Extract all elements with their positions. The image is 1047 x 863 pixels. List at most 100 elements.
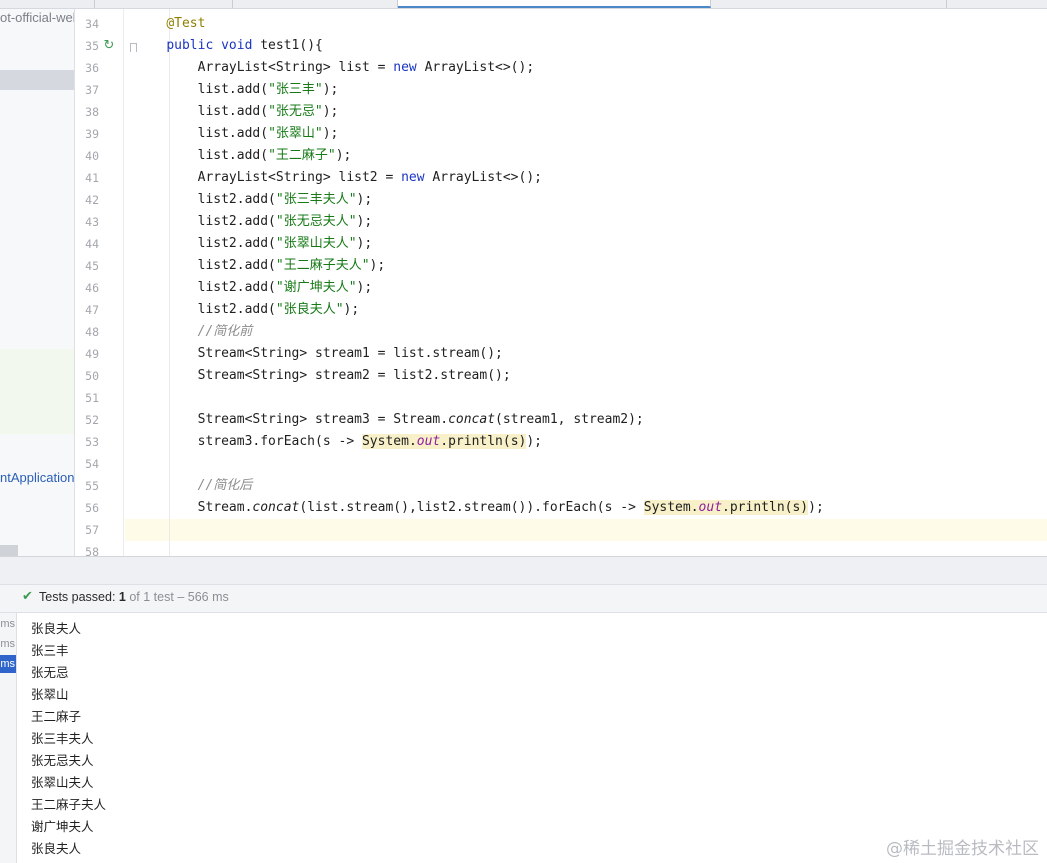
tool-window-divider[interactable] [0,556,1047,584]
code-token: (list.stream(),list2.stream()).forEach(s… [299,500,644,515]
test-tree-item[interactable]: ms [0,615,16,633]
editor-tab[interactable] [95,0,233,8]
console-line: 张翠山夫人 [31,775,94,790]
project-tree-app-class[interactable]: ntApplication [0,470,74,485]
console-line: 谢广坤夫人 [31,819,94,834]
code-token: list.add( [135,104,269,119]
status-separator: – [177,590,185,604]
code-line: stream3.forEach(s -> System.out.println(… [135,431,542,453]
code-token: ); [526,434,543,449]
line-number: 40 [85,149,99,163]
code-token: list.add( [135,126,269,141]
code-line: Stream<String> stream1 = list.stream(); [135,343,503,365]
code-token: stream3.forEach(s -> [135,434,362,449]
code-token: ArrayList<>(); [416,60,535,75]
code-token: out [416,434,441,449]
test-tree-item[interactable]: ms [0,655,16,673]
code-token: Stream<String> stream3 = Stream. [135,412,449,427]
line-number: 52 [85,413,99,427]
code-token: list.add( [135,148,269,163]
code-token: "张无忌" [268,104,323,119]
code-token: ); [369,258,386,273]
test-tree-item[interactable]: ms [0,635,16,653]
code-token: ArrayList<>(); [424,170,542,185]
code-token: ); [322,104,339,119]
line-number: 43 [85,215,99,229]
line-number: 38 [85,105,99,119]
fold-marker-icon[interactable] [130,43,137,52]
sidebar-scrollbar[interactable] [0,545,18,556]
project-tree-test-region [0,349,74,434]
code-line: list2.add("张三丰夫人"); [135,189,373,211]
line-number: 57 [85,523,99,537]
total-count: of 1 test [129,590,174,604]
code-line: list.add("张翠山"); [135,123,339,145]
code-token: "王二麻子夫人" [275,258,370,273]
test-tree: ms ms ms [0,613,17,863]
editor-gutter: 34 35 36 37 38 39 40 41 42 43 44 45 46 47 48 49 50 51 52 53… [75,9,124,559]
code-token: "张翠山夫人" [275,236,357,251]
code-token: "张良夫人" [275,302,344,317]
run-test-icon[interactable]: ↻ [101,38,117,54]
code-token: ); [335,148,352,163]
code-token: list2.add( [135,258,276,273]
line-number: 44 [85,237,99,251]
code-token: concat [448,412,496,427]
code-line: list.add("张无忌"); [135,101,339,123]
code-line: list2.add("张翠山夫人"); [135,233,373,255]
code-line: list.add("王二麻子"); [135,145,352,167]
current-line-highlight [125,519,1047,541]
line-number: 46 [85,281,99,295]
code-editor[interactable]: @Test public void test1(){ ArrayList<Str… [125,9,1047,556]
line-number: 54 [85,457,99,471]
console-line: 张翠山 [31,687,69,702]
code-token: (stream1, stream2); [495,412,644,427]
editor-tab[interactable] [711,0,947,8]
line-number: 41 [85,171,99,185]
code-token: list2.add( [135,236,276,251]
editor-tab[interactable] [233,0,398,8]
test-duration: 566 ms [187,590,229,604]
code-token: //简化前 [197,324,253,339]
code-token: ArrayList<String> list2 = [135,170,402,185]
code-line: //简化后 [135,475,253,497]
console-line: 张无忌夫人 [31,753,94,768]
console-line: 王二麻子 [31,709,82,724]
code-token: list2.add( [135,192,276,207]
editor-tab[interactable] [0,0,95,8]
code-line: Stream<String> stream2 = list2.stream(); [135,365,511,387]
code-token: ); [343,302,360,317]
project-tree-item[interactable]: ot-official-wel [0,10,74,25]
code-token: list2.add( [135,280,276,295]
editor-tab-strip [0,0,1047,9]
tests-status: Tests passed: 1 of 1 test – 566 ms [39,589,229,605]
code-token: "张三丰夫人" [275,192,357,207]
code-token: new [393,60,417,75]
console-line: 张三丰夫人 [31,731,94,746]
console-line: 张无忌 [31,665,69,680]
line-number: 56 [85,501,99,515]
code-token: //简化后 [197,478,253,493]
code-token: ); [322,82,339,97]
code-token: @Test [166,16,206,31]
code-token: test1(){ [252,38,323,53]
line-number: 55 [85,479,99,493]
code-token: ); [808,500,824,515]
line-number: 36 [85,61,99,75]
code-token: ); [356,280,373,295]
editor-tab-active[interactable] [398,0,711,8]
code-token: "张翠山" [268,126,323,141]
code-line: ArrayList<String> list = new ArrayList<>… [135,57,535,79]
code-token: System. [643,500,699,515]
code-token: list.add( [135,82,269,97]
code-token: ); [356,214,373,229]
line-number: 34 [85,17,99,31]
console-line: 张三丰 [31,643,69,658]
line-number: 39 [85,127,99,141]
code-token: ArrayList<String> list = [135,60,394,75]
line-number: 45 [85,259,99,273]
console-line: 张良夫人 [31,621,82,636]
project-tree-selected-row[interactable] [0,70,74,90]
